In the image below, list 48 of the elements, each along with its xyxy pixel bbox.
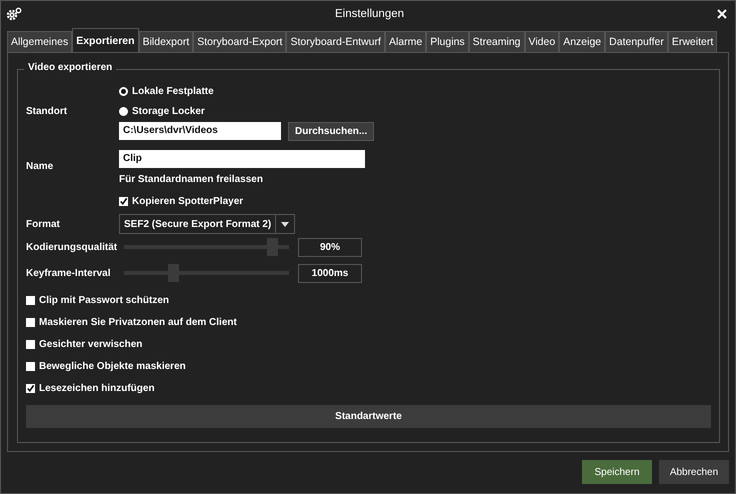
tab[interactable]: Erweitert [668,31,718,52]
path-field[interactable]: C:\Users\dvr\Videos [119,122,281,140]
name-field[interactable]: Clip [119,150,365,168]
value-field[interactable]: 1000ms [298,264,362,282]
slider-handle[interactable] [168,264,178,282]
checkbox[interactable]: Lesezeichen hinzufügen [26,377,711,399]
tab[interactable]: Bildexport [138,31,194,52]
value-field[interactable]: 90% [298,238,362,256]
field-label: Name [26,161,54,172]
field-label: Format [26,218,61,230]
dialog-button[interactable]: Speichern [582,460,652,484]
tab[interactable]: Alarme [384,31,426,52]
group-title: Video exportieren [24,62,116,73]
tab[interactable]: Anzeige [559,31,606,52]
tab[interactable]: Video [524,31,560,52]
browse-button[interactable]: Durchsuchen... [288,122,374,141]
tab[interactable]: Streaming [468,31,525,52]
format-dropdown[interactable]: SEF2 (Secure Export Format 2) [119,214,295,234]
hint-text: Für Standardnamen freilassen [119,174,264,187]
checkmark-icon [119,196,128,206]
tab[interactable]: Storyboard-Export [193,31,286,52]
checkbox[interactable]: Clip mit Passwort schützen [26,289,711,311]
tab[interactable]: Storyboard-Entwurf [286,31,385,52]
window-title: Einstellungen [334,8,406,20]
slider[interactable] [124,238,289,256]
dialog-button[interactable]: Abbrechen [659,460,729,484]
tab[interactable]: Plugins [426,31,469,52]
radio-button[interactable]: Storage Locker [119,101,374,121]
tab[interactable]: Allgemeines [7,31,72,52]
slider[interactable] [124,264,289,282]
dropdown-arrow-icon [281,222,290,226]
field-label: Keyframe-Interval [26,268,112,278]
radio-indicator[interactable] [119,86,128,96]
checkbox[interactable]: Maskieren Sie Privatzonen auf dem Client [26,311,711,333]
field-label: Standort [26,106,68,116]
defaults-button[interactable]: Standartwerte [26,405,711,428]
gears-icon [6,6,22,20]
radio-indicator[interactable] [119,106,128,116]
checkbox[interactable]: Gesichter verwischen [26,333,711,355]
slider-handle[interactable] [266,238,278,256]
radio-button[interactable]: Lokale Festplatte [119,81,374,101]
checkbox[interactable]: Kopieren SpotterPlayer [119,190,365,212]
checkmark-icon [26,384,35,392]
field-label: Kodierungsqualität [26,242,118,252]
checkbox[interactable]: Bewegliche Objekte maskieren [26,355,711,377]
close-icon[interactable] [717,8,727,18]
tab[interactable]: Exportieren [72,28,139,52]
tab[interactable]: Datenpuffer [605,31,668,52]
